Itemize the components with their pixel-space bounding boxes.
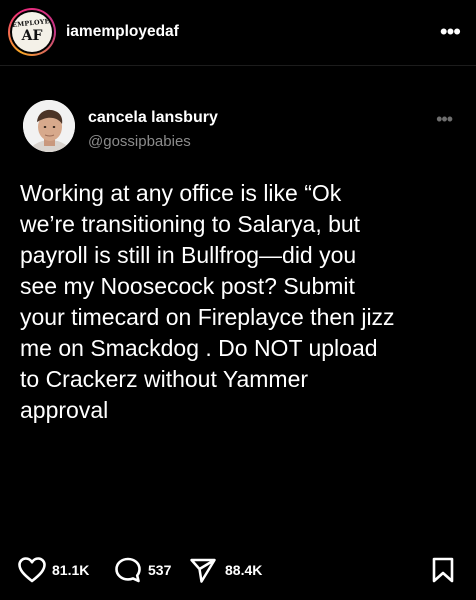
send-icon[interactable] (188, 556, 218, 584)
tweet-username[interactable]: @gossipbabies (88, 132, 191, 152)
tweet-author-avatar (23, 100, 75, 152)
post-header: EMPLOYED AF iamemployedaf ••• (0, 0, 476, 66)
account-avatar[interactable]: EMPLOYED AF (8, 8, 56, 56)
tweet-display-name[interactable]: cancela lansbury (88, 108, 218, 128)
person-portrait-icon (23, 100, 75, 152)
logo-bottom-text: AF (21, 28, 43, 44)
bookmark-icon[interactable] (430, 556, 456, 584)
employed-af-logo: EMPLOYED AF (12, 12, 52, 52)
tweet-text: Working at any office is like “Ok we’re … (20, 180, 395, 423)
post-actions-bar: 81.1K 537 88.4K (0, 552, 476, 588)
heart-icon[interactable] (17, 556, 47, 584)
more-options-icon[interactable]: ••• (440, 21, 461, 43)
account-handle[interactable]: iamemployedaf (66, 22, 179, 42)
comment-bubble-icon[interactable] (113, 556, 143, 584)
like-count: 81.1K (52, 562, 90, 578)
share-count: 88.4K (225, 562, 263, 578)
tweet-more-icon: ••• (436, 109, 453, 129)
comment-count: 537 (148, 562, 172, 578)
